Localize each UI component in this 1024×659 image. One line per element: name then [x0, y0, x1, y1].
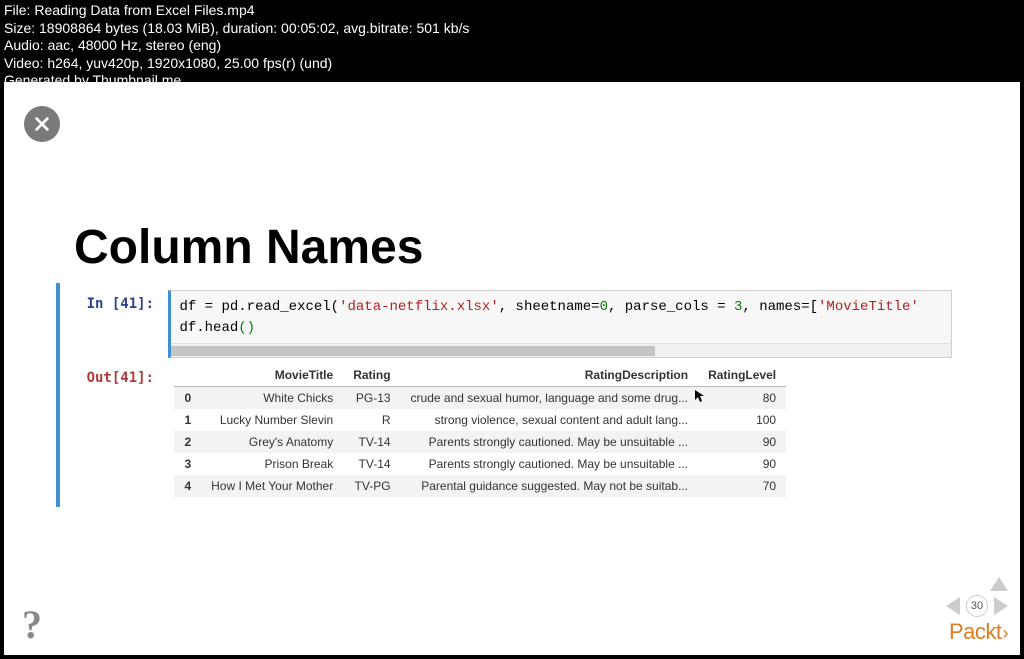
output-table: MovieTitleRatingRatingDescriptionRatingL…	[168, 364, 952, 497]
dataframe-table: MovieTitleRatingRatingDescriptionRatingL…	[174, 364, 786, 497]
table-header: RatingLevel	[698, 364, 786, 387]
code-input[interactable]: df = pd.read_excel('data-netflix.xlsx', …	[168, 290, 952, 358]
table-cell: 90	[698, 453, 786, 475]
in-prompt: In [41]:	[56, 290, 164, 312]
table-row: 0White ChicksPG-13crude and sexual humor…	[174, 387, 786, 410]
slide-nav: 30 Packt›	[946, 577, 1008, 645]
table-cell: TV-14	[343, 453, 400, 475]
meta-audio: Audio: aac, 48000 Hz, stereo (eng)	[4, 37, 1020, 55]
table-cell: Parental guidance suggested. May not be …	[401, 475, 699, 497]
out-prompt: Out[41]:	[56, 364, 164, 386]
meta-file: File: Reading Data from Excel Files.mp4	[4, 2, 1020, 20]
close-icon	[33, 115, 51, 133]
code-tok: , sheetname=	[499, 299, 600, 315]
table-cell: Prison Break	[201, 453, 343, 475]
meta-size: Size: 18908864 bytes (18.03 MiB), durati…	[4, 20, 1020, 38]
help-button[interactable]: ?	[22, 601, 50, 641]
table-cell: PG-13	[343, 387, 400, 410]
table-cell: 0	[174, 387, 201, 410]
table-header: RatingDescription	[401, 364, 699, 387]
cursor-icon	[694, 389, 706, 403]
table-cell: 3	[174, 453, 201, 475]
table-row: 3Prison BreakTV-14Parents strongly cauti…	[174, 453, 786, 475]
table-cell: 70	[698, 475, 786, 497]
table-cell: Parents strongly cautioned. May be unsui…	[401, 431, 699, 453]
table-row: 1Lucky Number SlevinRstrong violence, se…	[174, 409, 786, 431]
code-horizontal-scrollbar[interactable]	[171, 343, 951, 357]
table-header: MovieTitle	[201, 364, 343, 387]
table-row: 2Grey's AnatomyTV-14Parents strongly cau…	[174, 431, 786, 453]
code-tok: 'data-netflix.xlsx'	[339, 299, 499, 315]
code-tok: , parse_cols =	[608, 299, 734, 315]
table-cell: Grey's Anatomy	[201, 431, 343, 453]
table-cell: White Chicks	[201, 387, 343, 410]
code-tok: 'MovieTitle'	[818, 299, 919, 315]
nav-up-icon[interactable]	[990, 577, 1008, 591]
table-cell: 2	[174, 431, 201, 453]
table-cell: TV-14	[343, 431, 400, 453]
nav-prev-icon[interactable]	[946, 597, 960, 615]
table-cell: Lucky Number Slevin	[201, 409, 343, 431]
code-tok: df = pd.read_excel(	[179, 299, 339, 315]
table-cell: 4	[174, 475, 201, 497]
table-cell: 80	[698, 387, 786, 410]
table-cell: R	[343, 409, 400, 431]
code-tok: 0	[600, 299, 608, 315]
code-tok: df.head	[179, 320, 238, 336]
code-tok: ()	[238, 320, 255, 336]
table-header	[174, 364, 201, 387]
table-cell: crude and sexual humor, language and som…	[401, 387, 699, 410]
table-cell: strong violence, sexual content and adul…	[401, 409, 699, 431]
scrollbar-thumb[interactable]	[171, 346, 655, 356]
slide-number: 30	[966, 595, 988, 617]
slide-title: Column Names	[74, 220, 423, 275]
meta-video: Video: h264, yuv420p, 1920x1080, 25.00 f…	[4, 55, 1020, 73]
nav-next-icon[interactable]	[994, 597, 1008, 615]
table-cell: 1	[174, 409, 201, 431]
table-cell: How I Met Your Mother	[201, 475, 343, 497]
table-cell: 100	[698, 409, 786, 431]
table-row: 4How I Met Your MotherTV-PGParental guid…	[174, 475, 786, 497]
table-cell: Parents strongly cautioned. May be unsui…	[401, 453, 699, 475]
frame-timestamp: 00:04:03	[969, 641, 1024, 659]
code-tok: , names=[	[742, 299, 818, 315]
video-metadata: File: Reading Data from Excel Files.mp4 …	[0, 0, 1024, 93]
table-header: Rating	[343, 364, 400, 387]
notebook-cell: In [41]: df = pd.read_excel('data-netfli…	[56, 282, 968, 507]
table-cell: 90	[698, 431, 786, 453]
table-cell: TV-PG	[343, 475, 400, 497]
close-button[interactable]	[24, 106, 60, 142]
